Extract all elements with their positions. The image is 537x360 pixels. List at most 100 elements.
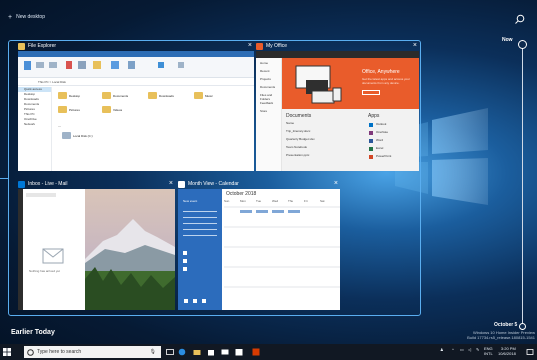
mail-reading-pane-image [85,189,175,310]
my-office-window[interactable]: Home Recent Projects Documents Files and… [256,51,419,171]
excel-icon[interactable] [369,147,373,151]
edge-icon[interactable] [178,348,186,356]
store-icon[interactable] [207,348,215,356]
calendar-title: Month View - Calendar [188,181,239,187]
app-row[interactable]: PowerPoint [376,154,391,160]
doc-row[interactable]: Team Notebook [286,145,307,151]
microphone-icon[interactable]: 🎙 [150,349,156,355]
folder-label: Pictures [69,108,80,112]
empty-inbox-illustration [26,193,64,264]
mail-window[interactable]: Nothing has arrived yet [18,189,175,310]
office-taskbar-icon[interactable] [252,348,260,356]
timeline-now-marker[interactable] [518,40,527,49]
file-explorer-title: File Explorer [28,43,57,49]
plus-icon: + [8,13,13,21]
timeline-date-label: October 5 [494,322,518,328]
timeline-date-marker[interactable] [519,323,526,330]
folder-label: Documents [113,94,129,98]
calendar-titlebar[interactable]: Month View - Calendar × [178,179,340,189]
app-row[interactable]: Outlook [376,122,386,128]
close-icon[interactable]: × [413,42,417,49]
activity-group-connector [0,178,9,179]
office-hero-title: Office, Anywhere [362,69,400,75]
folder-icon[interactable] [102,92,111,99]
mail-message-list: Nothing has arrived yet [23,189,85,310]
calendar-taskbar-icon[interactable] [235,348,243,356]
office-side-item[interactable]: Documents [256,82,281,90]
explorer-navigation-pane: Quick access Desktop Downloads Documents… [18,87,52,171]
folder-icon[interactable] [58,92,67,99]
taskbar-clock[interactable]: 3:20 PM 10/6/2018 [498,346,516,356]
folder-icon[interactable] [148,92,157,99]
explorer-ribbon [18,51,254,78]
doc-row[interactable]: Trip_itinerary.docx [286,129,310,135]
doc-row[interactable]: Quarterly Budget.xlsx [286,137,315,143]
taskbar-search-box[interactable]: Type here to search 🎙 [24,346,161,358]
folder-label: Music [205,94,213,98]
onenote-icon[interactable] [369,131,373,135]
word-icon[interactable] [369,139,373,143]
office-sidebar: Home Recent Projects Documents Files and… [256,58,282,171]
timeline-scrubber-track[interactable] [522,44,523,330]
network-icon[interactable]: ▭ [460,347,464,352]
office-topbar [256,51,419,58]
timeline-search-icon[interactable] [514,14,525,25]
volume-icon[interactable]: ◁ [468,347,471,352]
office-hero-text: Get the latest apps and access your docu… [362,77,410,85]
mail-taskbar-icon[interactable] [221,348,229,356]
taskbar: Type here to search 🎙 ♟ ^ ▭ ◁ ✎ ENG INTL… [0,344,537,360]
people-icon[interactable]: ♟ [440,347,444,352]
devices-label: — [58,124,61,128]
app-row[interactable]: Excel [376,146,383,152]
close-icon[interactable]: × [248,42,252,49]
doc-row[interactable]: Name [286,121,294,127]
language-indicator[interactable]: ENG INTL [484,346,493,356]
app-row[interactable]: Word [376,138,383,144]
language-line2: INTL [484,351,493,356]
office-side-item[interactable]: Recent [256,66,281,74]
office-side-item[interactable]: Files and Folders [256,90,281,101]
folder-app-icon [18,42,25,50]
folder-icon[interactable] [58,106,67,113]
windows-start-icon[interactable] [3,348,11,356]
earlier-today-heading: Earlier Today [11,329,55,336]
timeline-now-label: Now [502,37,513,43]
office-app-icon [256,42,263,50]
folder-label: Desktop [69,94,81,98]
file-explorer-window[interactable]: This PC > Local Disk Quick access Deskto… [18,51,254,171]
new-desktop-button[interactable]: + New desktop [8,13,45,21]
chevron-up-icon[interactable]: ^ [452,347,454,352]
drive-icon[interactable] [62,132,71,139]
powerpoint-icon[interactable] [369,155,373,159]
calendar-grid-lines [224,206,340,288]
calendar-app-icon [178,180,185,188]
office-hero-button[interactable] [362,90,380,95]
new-event-button[interactable]: New event [183,199,197,203]
pen-icon[interactable]: ✎ [476,347,479,352]
office-side-item[interactable]: Home [256,58,281,66]
taskbar-search-placeholder: Type here to search [37,349,82,355]
my-office-titlebar[interactable]: My Office × [256,41,419,51]
close-icon[interactable]: × [334,180,338,187]
folder-icon[interactable] [194,92,203,99]
close-icon[interactable]: × [169,180,173,187]
app-row[interactable]: OneNote [376,130,388,136]
calendar-month-grid: Sun Mon Tue Wed Thu Fri Sat [224,199,340,310]
folder-icon[interactable] [102,106,111,113]
new-desktop-label: New desktop [16,14,45,20]
mail-titlebar[interactable]: Inbox - Live - Mail × [18,179,175,189]
outlook-icon[interactable] [369,123,373,127]
file-explorer-taskbar-icon[interactable] [193,348,201,356]
calendar-window[interactable]: New event October 2018 Sun Mon Tue Wed T… [178,189,340,310]
calendar-month-label: October 2018 [226,191,257,197]
task-view-icon[interactable] [166,348,174,356]
action-center-icon[interactable] [526,348,534,356]
doc-row[interactable]: Presentation.pptx [286,153,309,159]
office-side-item[interactable]: Projects [256,74,281,82]
mail-empty-text: Nothing has arrived yet [29,269,60,273]
explorer-address-bar[interactable]: This PC > Local Disk [18,79,254,86]
nav-item[interactable]: Network [18,122,51,127]
office-side-item[interactable]: Store [256,106,281,114]
file-explorer-titlebar[interactable]: File Explorer × [18,41,254,51]
watermark-line2: Build 17734.rs5_release.180815-1541 [467,335,535,340]
